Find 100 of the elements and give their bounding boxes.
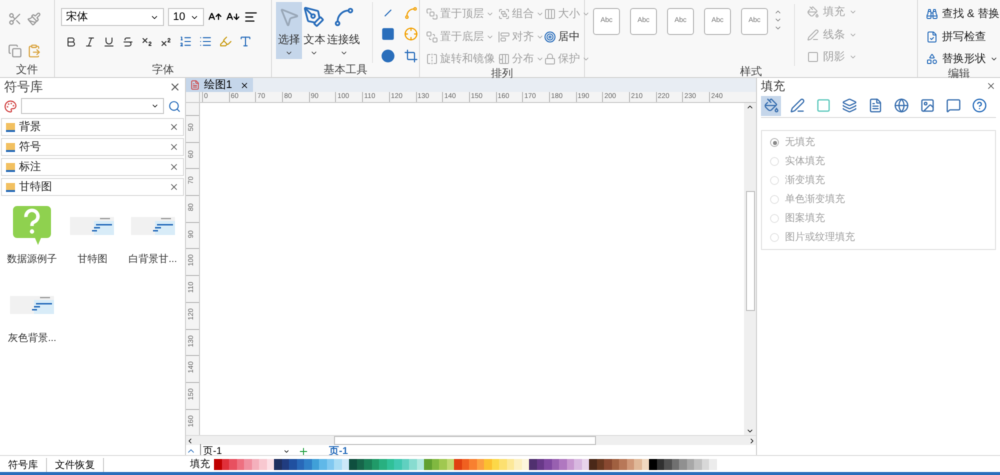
gantt-chart-thumbnail[interactable] (10, 296, 54, 314)
scroll-right-icon[interactable] (748, 436, 756, 445)
font-family-select[interactable]: 宋体 (61, 8, 164, 26)
color-swatch[interactable] (649, 458, 656, 470)
scrollbar-thumb[interactable] (334, 436, 596, 446)
color-swatch[interactable] (424, 458, 432, 470)
color-swatch[interactable] (319, 458, 326, 470)
color-swatch[interactable] (259, 458, 266, 470)
caret-icon (151, 102, 159, 110)
color-swatch[interactable] (589, 458, 596, 470)
color-swatch[interactable] (214, 458, 222, 470)
italic-icon[interactable] (84, 36, 96, 48)
color-swatch[interactable] (574, 458, 582, 470)
more-styles-icon[interactable] (774, 24, 782, 32)
color-swatch[interactable] (394, 458, 402, 470)
cut-icon[interactable] (8, 12, 22, 26)
lock-icon (544, 53, 556, 66)
color-swatch[interactable] (514, 458, 522, 470)
arrange-button[interactable]: 居中 (544, 28, 580, 45)
color-swatch[interactable] (529, 458, 536, 470)
panel-title: 填充 (761, 78, 785, 95)
pen-line-icon (807, 28, 819, 41)
superscript-icon[interactable] (160, 36, 172, 48)
crop-icon[interactable] (404, 48, 418, 63)
color-swatch[interactable] (229, 458, 236, 470)
ribbon-group-label: 文件 (16, 62, 38, 78)
gantt-chart-thumbnail[interactable] (70, 217, 114, 235)
strikethrough-icon[interactable] (122, 36, 134, 48)
search-field[interactable] (21, 98, 164, 114)
tool-button[interactable]: 连接线 (327, 2, 360, 59)
copy-icon[interactable] (8, 44, 22, 58)
library-menu-icon[interactable] (4, 100, 17, 112)
color-swatch[interactable] (409, 458, 416, 470)
tool-button[interactable]: 文本 (302, 2, 327, 59)
document-tab[interactable]: 绘图1 (186, 78, 254, 92)
color-swatch[interactable] (634, 458, 642, 470)
color-swatch[interactable] (604, 458, 612, 470)
color-swatch[interactable] (244, 458, 252, 470)
format-painter-icon[interactable] (27, 12, 41, 26)
tool-button[interactable]: 选择 (276, 2, 302, 59)
color-swatch[interactable] (334, 458, 342, 470)
align-icon[interactable] (244, 10, 258, 24)
ellipse-tool-icon[interactable] (381, 48, 395, 63)
rectangle-tool-icon[interactable] (381, 27, 395, 42)
horizontal-scrollbar[interactable] (186, 435, 756, 446)
paste-icon[interactable] (27, 44, 41, 58)
subscript-icon[interactable] (141, 36, 153, 48)
align-icon (498, 30, 510, 43)
color-swatch[interactable] (619, 458, 626, 470)
color-swatch[interactable] (439, 458, 446, 470)
underline-icon[interactable] (103, 36, 115, 48)
highlight-icon[interactable] (219, 35, 232, 48)
gantt-chart-thumbnail[interactable] (130, 217, 175, 235)
edit-button[interactable]: 查找 & 替换 (926, 6, 1000, 22)
bullet-list-icon[interactable] (199, 35, 212, 48)
library-category[interactable]: 符号 (1, 138, 184, 156)
scroll-left-icon[interactable] (186, 436, 194, 445)
library-category[interactable]: 背景 (1, 118, 184, 136)
library-category-label: 背景 (19, 120, 42, 135)
add-page-icon[interactable] (298, 446, 309, 457)
color-swatch[interactable] (469, 458, 476, 470)
edit-button[interactable]: 拼写检查 (926, 28, 986, 45)
font-color-icon[interactable] (239, 35, 252, 48)
search-icon[interactable] (168, 100, 181, 112)
font-size-select[interactable]: 10 (168, 8, 204, 26)
color-swatch[interactable] (679, 458, 686, 470)
edit-button[interactable]: 替换形状 (926, 51, 998, 68)
close-icon[interactable] (169, 182, 179, 192)
scroll-up-icon[interactable] (746, 103, 754, 111)
color-swatch[interactable] (499, 458, 506, 470)
color-swatch[interactable] (559, 458, 566, 470)
color-swatch[interactable] (709, 458, 716, 470)
color-swatch[interactable] (664, 458, 672, 470)
color-swatch[interactable] (349, 458, 356, 470)
color-swatch[interactable] (274, 458, 282, 470)
color-swatch[interactable] (484, 458, 492, 470)
close-icon[interactable] (169, 142, 179, 152)
close-icon[interactable] (986, 81, 996, 91)
binoculars-icon (926, 8, 938, 20)
paint-bucket-icon (807, 6, 819, 18)
close-icon[interactable] (169, 81, 181, 93)
scrollbar-thumb[interactable] (746, 191, 754, 311)
page-tab[interactable]: 页-1 (325, 444, 352, 459)
help-icon (972, 98, 986, 113)
library-category[interactable]: 标注 (1, 158, 184, 176)
color-swatch[interactable] (304, 458, 312, 470)
color-swatch[interactable] (454, 458, 462, 470)
color-swatch[interactable] (694, 458, 702, 470)
library-category[interactable]: 甘特图 (1, 178, 184, 196)
close-icon[interactable] (240, 80, 250, 90)
color-swatch[interactable] (379, 458, 386, 470)
color-swatch[interactable] (289, 458, 296, 470)
line-spacing-icon[interactable] (179, 35, 192, 48)
library-category-label: 符号 (19, 140, 42, 155)
color-swatch[interactable] (544, 458, 552, 470)
color-swatch[interactable] (364, 458, 372, 470)
bold-icon[interactable] (65, 36, 77, 48)
close-icon[interactable] (169, 162, 179, 172)
vertical-scrollbar[interactable] (744, 103, 756, 436)
close-icon[interactable] (169, 122, 179, 132)
